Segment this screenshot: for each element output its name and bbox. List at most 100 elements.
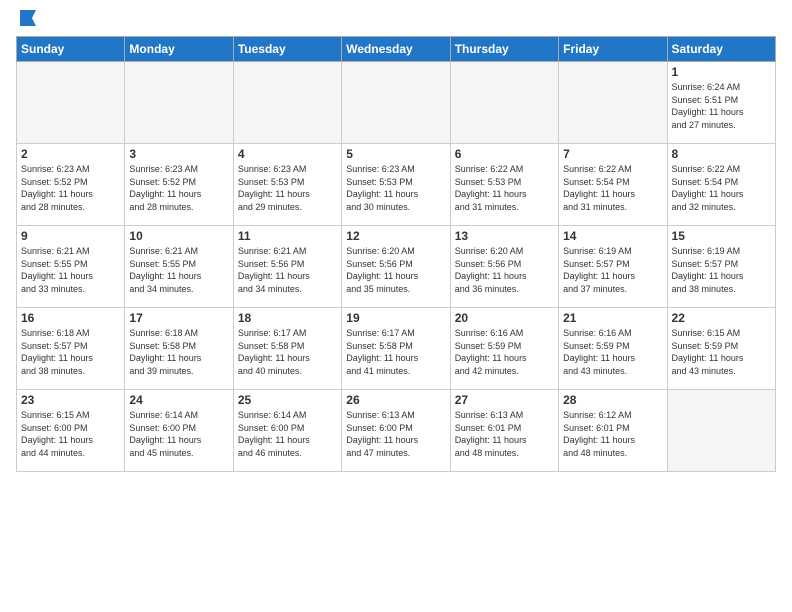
calendar-day-cell: 7 Sunrise: 6:22 AM Sunset: 5:54 PM Daylig… <box>559 144 667 226</box>
day-info: Sunrise: 6:13 AM Sunset: 6:01 PM Dayligh… <box>455 409 554 459</box>
calendar-day-cell: 10 Sunrise: 6:21 AM Sunset: 5:55 PM Dayli… <box>125 226 233 308</box>
weekday-header-row: SundayMondayTuesdayWednesdayThursdayFrid… <box>17 37 776 62</box>
calendar-day-cell: 12 Sunrise: 6:20 AM Sunset: 5:56 PM Dayli… <box>342 226 450 308</box>
day-info: Sunrise: 6:19 AM Sunset: 5:57 PM Dayligh… <box>563 245 662 295</box>
day-number: 6 <box>455 147 554 161</box>
day-number: 21 <box>563 311 662 325</box>
day-number: 5 <box>346 147 445 161</box>
day-info: Sunrise: 6:23 AM Sunset: 5:52 PM Dayligh… <box>129 163 228 213</box>
weekday-header-monday: Monday <box>125 37 233 62</box>
day-number: 27 <box>455 393 554 407</box>
day-info: Sunrise: 6:23 AM Sunset: 5:53 PM Dayligh… <box>346 163 445 213</box>
calendar-day-cell <box>233 62 341 144</box>
calendar-day-cell: 22 Sunrise: 6:15 AM Sunset: 5:59 PM Dayli… <box>667 308 775 390</box>
day-number: 4 <box>238 147 337 161</box>
weekday-header-tuesday: Tuesday <box>233 37 341 62</box>
calendar-day-cell: 11 Sunrise: 6:21 AM Sunset: 5:56 PM Dayli… <box>233 226 341 308</box>
calendar-day-cell <box>559 62 667 144</box>
day-info: Sunrise: 6:20 AM Sunset: 5:56 PM Dayligh… <box>346 245 445 295</box>
calendar-day-cell <box>667 390 775 472</box>
day-info: Sunrise: 6:16 AM Sunset: 5:59 PM Dayligh… <box>455 327 554 377</box>
day-number: 9 <box>21 229 120 243</box>
day-number: 15 <box>672 229 771 243</box>
day-info: Sunrise: 6:22 AM Sunset: 5:54 PM Dayligh… <box>672 163 771 213</box>
day-number: 19 <box>346 311 445 325</box>
weekday-header-wednesday: Wednesday <box>342 37 450 62</box>
calendar-day-cell: 27 Sunrise: 6:13 AM Sunset: 6:01 PM Dayli… <box>450 390 558 472</box>
weekday-header-saturday: Saturday <box>667 37 775 62</box>
weekday-header-friday: Friday <box>559 37 667 62</box>
day-info: Sunrise: 6:21 AM Sunset: 5:55 PM Dayligh… <box>21 245 120 295</box>
calendar-day-cell: 2 Sunrise: 6:23 AM Sunset: 5:52 PM Daylig… <box>17 144 125 226</box>
calendar-week-row: 9 Sunrise: 6:21 AM Sunset: 5:55 PM Daylig… <box>17 226 776 308</box>
day-info: Sunrise: 6:16 AM Sunset: 5:59 PM Dayligh… <box>563 327 662 377</box>
calendar-day-cell: 24Sunrise: 6:14 AM Sunset: 6:00 PM Dayli… <box>125 390 233 472</box>
calendar-day-cell: 16 Sunrise: 6:18 AM Sunset: 5:57 PM Dayli… <box>17 308 125 390</box>
calendar-day-cell: 6 Sunrise: 6:22 AM Sunset: 5:53 PM Daylig… <box>450 144 558 226</box>
day-number: 20 <box>455 311 554 325</box>
calendar-day-cell: 20 Sunrise: 6:16 AM Sunset: 5:59 PM Dayli… <box>450 308 558 390</box>
day-number: 26 <box>346 393 445 407</box>
day-info: Sunrise: 6:12 AM Sunset: 6:01 PM Dayligh… <box>563 409 662 459</box>
day-info: Sunrise: 6:21 AM Sunset: 5:56 PM Dayligh… <box>238 245 337 295</box>
day-info: Sunrise: 6:18 AM Sunset: 5:57 PM Dayligh… <box>21 327 120 377</box>
calendar-day-cell: 19 Sunrise: 6:17 AM Sunset: 5:58 PM Dayli… <box>342 308 450 390</box>
day-number: 17 <box>129 311 228 325</box>
calendar-day-cell: 5 Sunrise: 6:23 AM Sunset: 5:53 PM Daylig… <box>342 144 450 226</box>
day-number: 7 <box>563 147 662 161</box>
day-info: Sunrise: 6:13 AM Sunset: 6:00 PM Dayligh… <box>346 409 445 459</box>
day-info: Sunrise: 6:15 AM Sunset: 5:59 PM Dayligh… <box>672 327 771 377</box>
calendar-week-row: 23 Sunrise: 6:15 AM Sunset: 6:00 PM Dayli… <box>17 390 776 472</box>
day-info: Sunrise: 6:15 AM Sunset: 6:00 PM Dayligh… <box>21 409 120 459</box>
page-container: SundayMondayTuesdayWednesdayThursdayFrid… <box>0 0 792 480</box>
day-info: Sunrise: 6:23 AM Sunset: 5:53 PM Dayligh… <box>238 163 337 213</box>
calendar-day-cell: 9 Sunrise: 6:21 AM Sunset: 5:55 PM Daylig… <box>17 226 125 308</box>
day-number: 14 <box>563 229 662 243</box>
weekday-header-thursday: Thursday <box>450 37 558 62</box>
calendar-week-row: 1 Sunrise: 6:24 AM Sunset: 5:51 PM Daylig… <box>17 62 776 144</box>
day-info: Sunrise: 6:22 AM Sunset: 5:54 PM Dayligh… <box>563 163 662 213</box>
calendar-day-cell: 23 Sunrise: 6:15 AM Sunset: 6:00 PM Dayli… <box>17 390 125 472</box>
calendar-day-cell: 13 Sunrise: 6:20 AM Sunset: 5:56 PM Dayli… <box>450 226 558 308</box>
day-number: 28 <box>563 393 662 407</box>
day-number: 12 <box>346 229 445 243</box>
day-number: 10 <box>129 229 228 243</box>
logo <box>16 16 38 26</box>
day-info: Sunrise: 6:20 AM Sunset: 5:56 PM Dayligh… <box>455 245 554 295</box>
day-info: Sunrise: 6:23 AM Sunset: 5:52 PM Dayligh… <box>21 163 120 213</box>
day-info: Sunrise: 6:24 AM Sunset: 5:51 PM Dayligh… <box>672 81 771 131</box>
calendar-day-cell: 8Sunrise: 6:22 AM Sunset: 5:54 PM Daylig… <box>667 144 775 226</box>
calendar-day-cell <box>450 62 558 144</box>
day-number: 23 <box>21 393 120 407</box>
day-number: 13 <box>455 229 554 243</box>
calendar-header <box>16 16 776 26</box>
day-number: 24 <box>129 393 228 407</box>
calendar-week-row: 16 Sunrise: 6:18 AM Sunset: 5:57 PM Dayli… <box>17 308 776 390</box>
calendar-table: SundayMondayTuesdayWednesdayThursdayFrid… <box>16 36 776 472</box>
day-info: Sunrise: 6:22 AM Sunset: 5:53 PM Dayligh… <box>455 163 554 213</box>
day-number: 22 <box>672 311 771 325</box>
weekday-header-sunday: Sunday <box>17 37 125 62</box>
day-info: Sunrise: 6:14 AM Sunset: 6:00 PM Dayligh… <box>238 409 337 459</box>
calendar-day-cell: 4 Sunrise: 6:23 AM Sunset: 5:53 PM Daylig… <box>233 144 341 226</box>
day-number: 1 <box>672 65 771 79</box>
day-info: Sunrise: 6:18 AM Sunset: 5:58 PM Dayligh… <box>129 327 228 377</box>
day-number: 16 <box>21 311 120 325</box>
day-info: Sunrise: 6:21 AM Sunset: 5:55 PM Dayligh… <box>129 245 228 295</box>
calendar-week-row: 2 Sunrise: 6:23 AM Sunset: 5:52 PM Daylig… <box>17 144 776 226</box>
day-info: Sunrise: 6:17 AM Sunset: 5:58 PM Dayligh… <box>346 327 445 377</box>
calendar-day-cell <box>17 62 125 144</box>
day-number: 3 <box>129 147 228 161</box>
day-number: 18 <box>238 311 337 325</box>
calendar-day-cell: 21 Sunrise: 6:16 AM Sunset: 5:59 PM Dayli… <box>559 308 667 390</box>
day-number: 11 <box>238 229 337 243</box>
calendar-day-cell <box>342 62 450 144</box>
calendar-day-cell: 18Sunrise: 6:17 AM Sunset: 5:58 PM Dayli… <box>233 308 341 390</box>
day-number: 25 <box>238 393 337 407</box>
calendar-day-cell: 1 Sunrise: 6:24 AM Sunset: 5:51 PM Daylig… <box>667 62 775 144</box>
calendar-day-cell: 3 Sunrise: 6:23 AM Sunset: 5:52 PM Daylig… <box>125 144 233 226</box>
calendar-day-cell: 17 Sunrise: 6:18 AM Sunset: 5:58 PM Dayli… <box>125 308 233 390</box>
calendar-day-cell: 15Sunrise: 6:19 AM Sunset: 5:57 PM Dayli… <box>667 226 775 308</box>
day-number: 2 <box>21 147 120 161</box>
calendar-day-cell: 14 Sunrise: 6:19 AM Sunset: 5:57 PM Dayli… <box>559 226 667 308</box>
